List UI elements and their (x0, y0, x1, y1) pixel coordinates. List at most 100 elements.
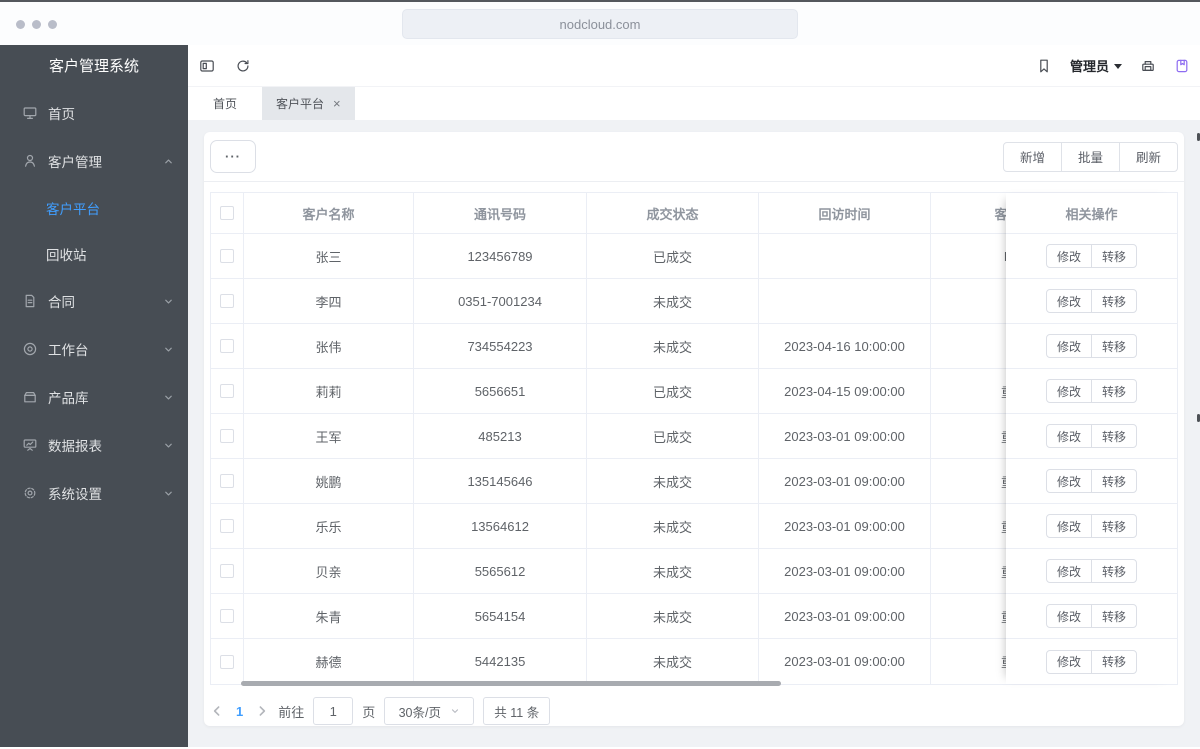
select-all-checkbox[interactable] (220, 206, 234, 220)
sidebar-item[interactable]: 工作台 (0, 325, 188, 373)
edit-button[interactable]: 修改 (1046, 559, 1092, 583)
operations-row: 修改 转移 (1006, 594, 1177, 639)
user-name: 管理员 (1069, 59, 1109, 74)
window-controls[interactable] (16, 20, 57, 29)
row-checkbox[interactable] (220, 654, 234, 669)
transfer-button[interactable]: 转移 (1091, 514, 1137, 538)
more-button[interactable]: ··· (210, 140, 256, 173)
action-bar: ··· 新增 批量 刷新 (204, 132, 1184, 182)
notebook-icon[interactable] (1174, 58, 1190, 74)
chevron-down-icon (163, 440, 174, 451)
deal-status-cell: 未成交 (587, 639, 759, 684)
close-icon[interactable]: × (333, 97, 341, 110)
page-size-select[interactable]: 30条/页 (384, 697, 475, 725)
deal-status-cell: 未成交 (587, 279, 759, 323)
customer-name-cell: 朱青 (244, 594, 414, 638)
transfer-button[interactable]: 转移 (1091, 649, 1137, 674)
customer-name-cell: 李四 (244, 279, 414, 323)
goto-page-input[interactable] (313, 697, 354, 725)
row-checkbox[interactable] (220, 249, 234, 263)
visit-time-cell: 2023-03-01 09:00:00 (759, 504, 931, 548)
row-checkbox[interactable] (220, 384, 234, 398)
edit-button[interactable]: 修改 (1046, 514, 1092, 538)
sidebar-item-label: 数据报表 (48, 439, 102, 454)
refresh-button[interactable]: 刷新 (1119, 141, 1178, 172)
sidebar-item[interactable]: 系统设置 (0, 469, 188, 517)
sidebar-item-label: 系统设置 (48, 487, 102, 502)
transfer-button[interactable]: 转移 (1091, 604, 1137, 628)
customer-table-card: ··· 新增 批量 刷新 客户名称通讯号码成交状态回访时间客户张三1234567… (204, 132, 1184, 726)
goto-label: 前往 (278, 704, 305, 720)
sidebar-subitem[interactable]: 客户平台 (0, 185, 188, 231)
transfer-button[interactable]: 转移 (1091, 244, 1137, 268)
next-page-icon[interactable] (255, 704, 269, 718)
tab-active[interactable]: 客户平台 × (262, 87, 355, 120)
deal-status-cell: 未成交 (587, 324, 759, 368)
tab-item[interactable]: 首页 (196, 87, 254, 120)
sidebar-subitem[interactable]: 回收站 (0, 231, 188, 277)
transfer-button[interactable]: 转移 (1091, 469, 1137, 493)
transfer-button[interactable]: 转移 (1091, 379, 1137, 403)
bookmark-icon[interactable] (1036, 58, 1052, 74)
window-dot[interactable] (32, 20, 41, 29)
customer-name-cell: 赫德 (244, 639, 414, 684)
app-title: 客户管理系统 (48, 58, 139, 75)
phone-cell: 13564612 (414, 504, 587, 548)
page-number[interactable]: 1 (233, 704, 246, 719)
report-icon (22, 437, 38, 453)
address-bar[interactable]: nodcloud.com (402, 9, 798, 39)
batch-button[interactable]: 批量 (1061, 141, 1120, 172)
row-checkbox[interactable] (220, 339, 234, 353)
chevron-down-icon (1114, 63, 1122, 73)
row-checkbox[interactable] (220, 294, 234, 308)
sidebar-item[interactable]: 客户管理 (0, 137, 188, 185)
page-unit-label: 页 (362, 704, 376, 720)
phone-cell: 5654154 (414, 594, 587, 638)
phone-cell: 485213 (414, 414, 587, 458)
sidebar-item[interactable]: 首页 (0, 89, 188, 137)
phone-cell: 5442135 (414, 639, 587, 684)
sidebar-item[interactable]: 产品库 (0, 373, 188, 421)
fixed-operations-column: 相关操作 修改 转移 修改 转移 修改 转移 修改 转移 修改 转移 修改 转移 修改 转移 修改 转移 修改转… (1006, 193, 1177, 684)
row-checkbox-cell (211, 504, 244, 548)
horizontal-scrollbar[interactable] (241, 681, 781, 686)
total-count: 共 11 条 (483, 697, 551, 725)
edit-button[interactable]: 修改 (1046, 469, 1092, 493)
transfer-button[interactable]: 转移 (1091, 334, 1137, 358)
edit-button[interactable]: 修改 (1046, 289, 1092, 313)
sidebar-item[interactable]: 合同 (0, 277, 188, 325)
product-icon (22, 389, 38, 405)
row-checkbox[interactable] (220, 474, 234, 488)
sidebar: 客户管理系统 首页 客户管理 客户平台 回收站 合同 工作台 产品库数据报表系统设置 (0, 45, 188, 747)
sidebar-item[interactable]: 数据报表 (0, 421, 188, 469)
transfer-button[interactable]: 转移 (1091, 559, 1137, 583)
window-dot[interactable] (16, 20, 25, 29)
operations-row: 修改 转移 (1006, 639, 1177, 684)
chevron-down-icon (163, 488, 174, 499)
edit-button[interactable]: 修改 (1046, 334, 1092, 358)
deal-status-cell: 已成交 (587, 369, 759, 413)
edit-button[interactable]: 修改 (1046, 604, 1092, 628)
edit-button[interactable]: 修改 (1046, 649, 1092, 674)
edit-button[interactable]: 修改 (1046, 244, 1092, 268)
chevron-down-icon (163, 344, 174, 355)
prev-page-icon[interactable] (210, 704, 224, 718)
edit-button[interactable]: 修改 (1046, 379, 1092, 403)
row-checkbox-cell (211, 279, 244, 323)
add-button[interactable]: 新增 (1003, 141, 1062, 172)
header-checkbox-cell (211, 193, 244, 233)
document-icon (22, 293, 38, 309)
transfer-button[interactable]: 转移 (1091, 424, 1137, 448)
transfer-button[interactable]: 转移 (1091, 289, 1137, 313)
chevron-down-icon (163, 296, 174, 307)
collapse-sidebar-icon[interactable] (199, 58, 215, 74)
user-menu[interactable]: 管理员 (1070, 56, 1122, 75)
refresh-page-icon[interactable] (235, 58, 251, 74)
row-checkbox[interactable] (220, 519, 234, 533)
window-dot[interactable] (48, 20, 57, 29)
row-checkbox[interactable] (220, 564, 234, 578)
edit-button[interactable]: 修改 (1046, 424, 1092, 448)
print-icon[interactable] (1140, 58, 1156, 74)
row-checkbox[interactable] (220, 609, 234, 623)
row-checkbox[interactable] (220, 429, 234, 443)
